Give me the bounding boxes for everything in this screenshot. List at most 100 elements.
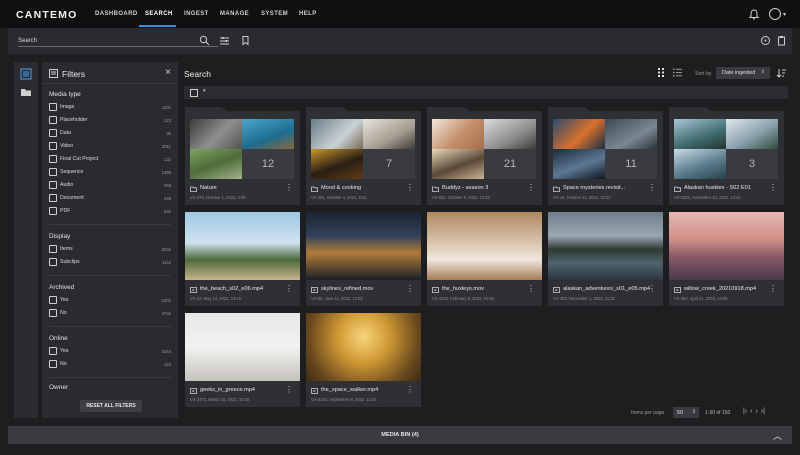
first-page-icon[interactable]: |‹ xyxy=(743,408,747,415)
advanced-search-sliders-icon[interactable] xyxy=(219,35,230,46)
media-card[interactable]: the_huxleys.mov VX-3234, February 5, 202… xyxy=(427,212,542,306)
checkbox[interactable] xyxy=(49,155,57,163)
checkbox[interactable] xyxy=(49,245,57,253)
select-bar: ▾ xyxy=(184,86,788,99)
filter-row[interactable]: Data 36 xyxy=(49,129,171,139)
sort-select[interactable]: Date ingested ⇕ xyxy=(716,67,770,79)
media-card[interactable]: skylines_refined.mov VX-86, June 11, 202… xyxy=(306,212,421,306)
collection-card[interactable]: 7 Mood & cooking VX-101, October 4, 2022… xyxy=(306,107,421,205)
checkbox[interactable] xyxy=(49,296,57,304)
close-icon[interactable]: × xyxy=(165,67,171,78)
grid-view-icon[interactable] xyxy=(658,68,665,77)
checkbox[interactable] xyxy=(49,103,57,111)
chevron-up-icon[interactable]: ︿ xyxy=(773,429,782,442)
more-options-icon[interactable]: ⋮ xyxy=(406,285,414,293)
media-card[interactable]: the_beach_s02_e06.mp4 VX-32, May 14, 202… xyxy=(185,212,300,306)
more-options-icon[interactable]: ⋮ xyxy=(527,184,535,192)
checkbox[interactable] xyxy=(49,207,57,215)
nav-ingest[interactable]: INGEST xyxy=(184,11,209,17)
media-card[interactable]: alaskan_adventures_s01_e05.mp4 VX-303, D… xyxy=(548,212,663,306)
more-options-icon[interactable]: ⋮ xyxy=(285,386,293,394)
checkbox[interactable] xyxy=(49,129,57,137)
bookmark-icon[interactable] xyxy=(240,35,251,46)
select-menu-chevron-icon[interactable]: ▾ xyxy=(203,88,206,94)
filter-row[interactable]: Placeholder 123 xyxy=(49,116,171,126)
more-options-icon[interactable]: ⋮ xyxy=(406,184,414,192)
filter-row[interactable]: Sequence 1266 xyxy=(49,168,171,178)
more-options-icon[interactable]: ⋮ xyxy=(648,285,656,293)
filter-row[interactable]: Items 3232 xyxy=(49,245,171,255)
filter-row[interactable]: Document 245 xyxy=(49,194,171,204)
filters-panel-icon[interactable] xyxy=(20,68,32,80)
card-meta: VX-2323, November 13, 2022, 13:41 xyxy=(674,195,741,200)
filter-row[interactable]: No 123 xyxy=(49,360,171,370)
card-meta: VX-3234, February 5, 2022, 01:52 xyxy=(432,296,494,301)
more-options-icon[interactable]: ⋮ xyxy=(285,285,293,293)
more-options-icon[interactable]: ⋮ xyxy=(769,184,777,192)
filter-count: 1266 xyxy=(161,169,171,175)
reset-all-filters-button[interactable]: RESET ALL FILTERS xyxy=(80,400,142,412)
more-options-icon[interactable]: ⋮ xyxy=(285,184,293,192)
nav-search[interactable]: SEARCH xyxy=(145,11,173,17)
collection-count: 11 xyxy=(605,149,657,179)
filter-row[interactable]: Subclips 1142 xyxy=(49,258,171,268)
nav-help[interactable]: HELP xyxy=(299,11,317,17)
list-view-icon[interactable] xyxy=(673,68,682,77)
more-options-icon[interactable]: ⋮ xyxy=(527,285,535,293)
help-chat-icon[interactable] xyxy=(760,35,771,46)
nav-system[interactable]: SYSTEM xyxy=(261,11,288,17)
items-per-page-select[interactable]: 50 ⇕ xyxy=(673,407,699,418)
media-card[interactable]: the_space_walker.mp4 VX-3134, September … xyxy=(306,313,421,407)
checkbox[interactable] xyxy=(49,116,57,124)
search-input[interactable]: Search xyxy=(18,38,37,44)
checkbox[interactable] xyxy=(49,194,57,202)
collection-card[interactable]: 11 Space mysteries revisit... VX-44, Oct… xyxy=(548,107,663,205)
filter-row[interactable]: Yes 3244 xyxy=(49,347,171,357)
last-page-icon[interactable]: ›| xyxy=(761,408,765,415)
checkbox[interactable] xyxy=(49,309,57,317)
search-icon[interactable] xyxy=(199,35,210,46)
checkbox[interactable] xyxy=(49,360,57,368)
checkbox[interactable] xyxy=(49,347,57,355)
media-bin-bar[interactable]: MEDIA BIN (4) ︿ xyxy=(8,426,792,444)
card-title: Mood & cooking xyxy=(321,185,362,191)
divider xyxy=(49,326,171,327)
filter-count: 4732 xyxy=(161,310,171,316)
more-options-icon[interactable]: ⋮ xyxy=(769,285,777,293)
clipboard-icon[interactable] xyxy=(776,35,787,46)
more-options-icon[interactable]: ⋮ xyxy=(648,184,656,192)
checkbox[interactable] xyxy=(49,168,57,176)
folder-icon[interactable] xyxy=(20,86,32,98)
more-options-icon[interactable]: ⋮ xyxy=(406,386,414,394)
prev-page-icon[interactable]: ‹ xyxy=(750,408,752,415)
checkbox[interactable] xyxy=(49,258,57,266)
nav-dashboard[interactable]: DASHBOARD xyxy=(95,11,138,17)
media-card[interactable]: geeks_in_greece.mp4 VX-2472, March 15, 2… xyxy=(185,313,300,407)
filter-row[interactable]: No 4732 xyxy=(49,309,171,319)
checkbox[interactable] xyxy=(49,142,57,150)
filter-row[interactable]: Final Cut Project 132 xyxy=(49,155,171,165)
collection-card[interactable]: 21 Buddyz - season 3 VX-832, October 9, … xyxy=(427,107,542,205)
nav-active-indicator xyxy=(139,25,176,27)
bell-icon[interactable] xyxy=(748,8,759,20)
collection-card[interactable]: 3 Alaskan huskies - S02 E01 VX-2323, Nov… xyxy=(669,107,784,205)
collection-card[interactable]: 12 Nature VX-373, October 1, 2022, 3:30 … xyxy=(185,107,300,205)
filter-row[interactable]: Image 1101 xyxy=(49,103,171,113)
select-all-checkbox[interactable] xyxy=(190,89,198,97)
sort-order-icon[interactable] xyxy=(776,68,786,78)
media-card[interactable]: willow_creek_20210918.mp4 VX-452, April … xyxy=(669,212,784,306)
user-avatar-icon[interactable] xyxy=(768,8,781,20)
next-page-icon[interactable]: › xyxy=(756,408,758,415)
items-per-page-value: 50 xyxy=(677,410,683,416)
filter-row[interactable]: Video 2011 xyxy=(49,142,171,152)
checkbox[interactable] xyxy=(49,181,57,189)
filter-label: Audio xyxy=(60,182,74,188)
filter-row[interactable]: Audio 993 xyxy=(49,181,171,191)
filter-row[interactable]: Yes 1002 xyxy=(49,296,171,306)
filter-count: 3244 xyxy=(161,348,171,354)
card-meta: VX-44, October 11, 2022, 13:22 xyxy=(553,195,611,200)
folder-icon xyxy=(432,186,439,192)
user-menu-chevron-icon[interactable]: ▾ xyxy=(783,11,786,18)
nav-manage[interactable]: MANAGE xyxy=(220,11,249,17)
filter-row[interactable]: PDF 632 xyxy=(49,207,171,217)
